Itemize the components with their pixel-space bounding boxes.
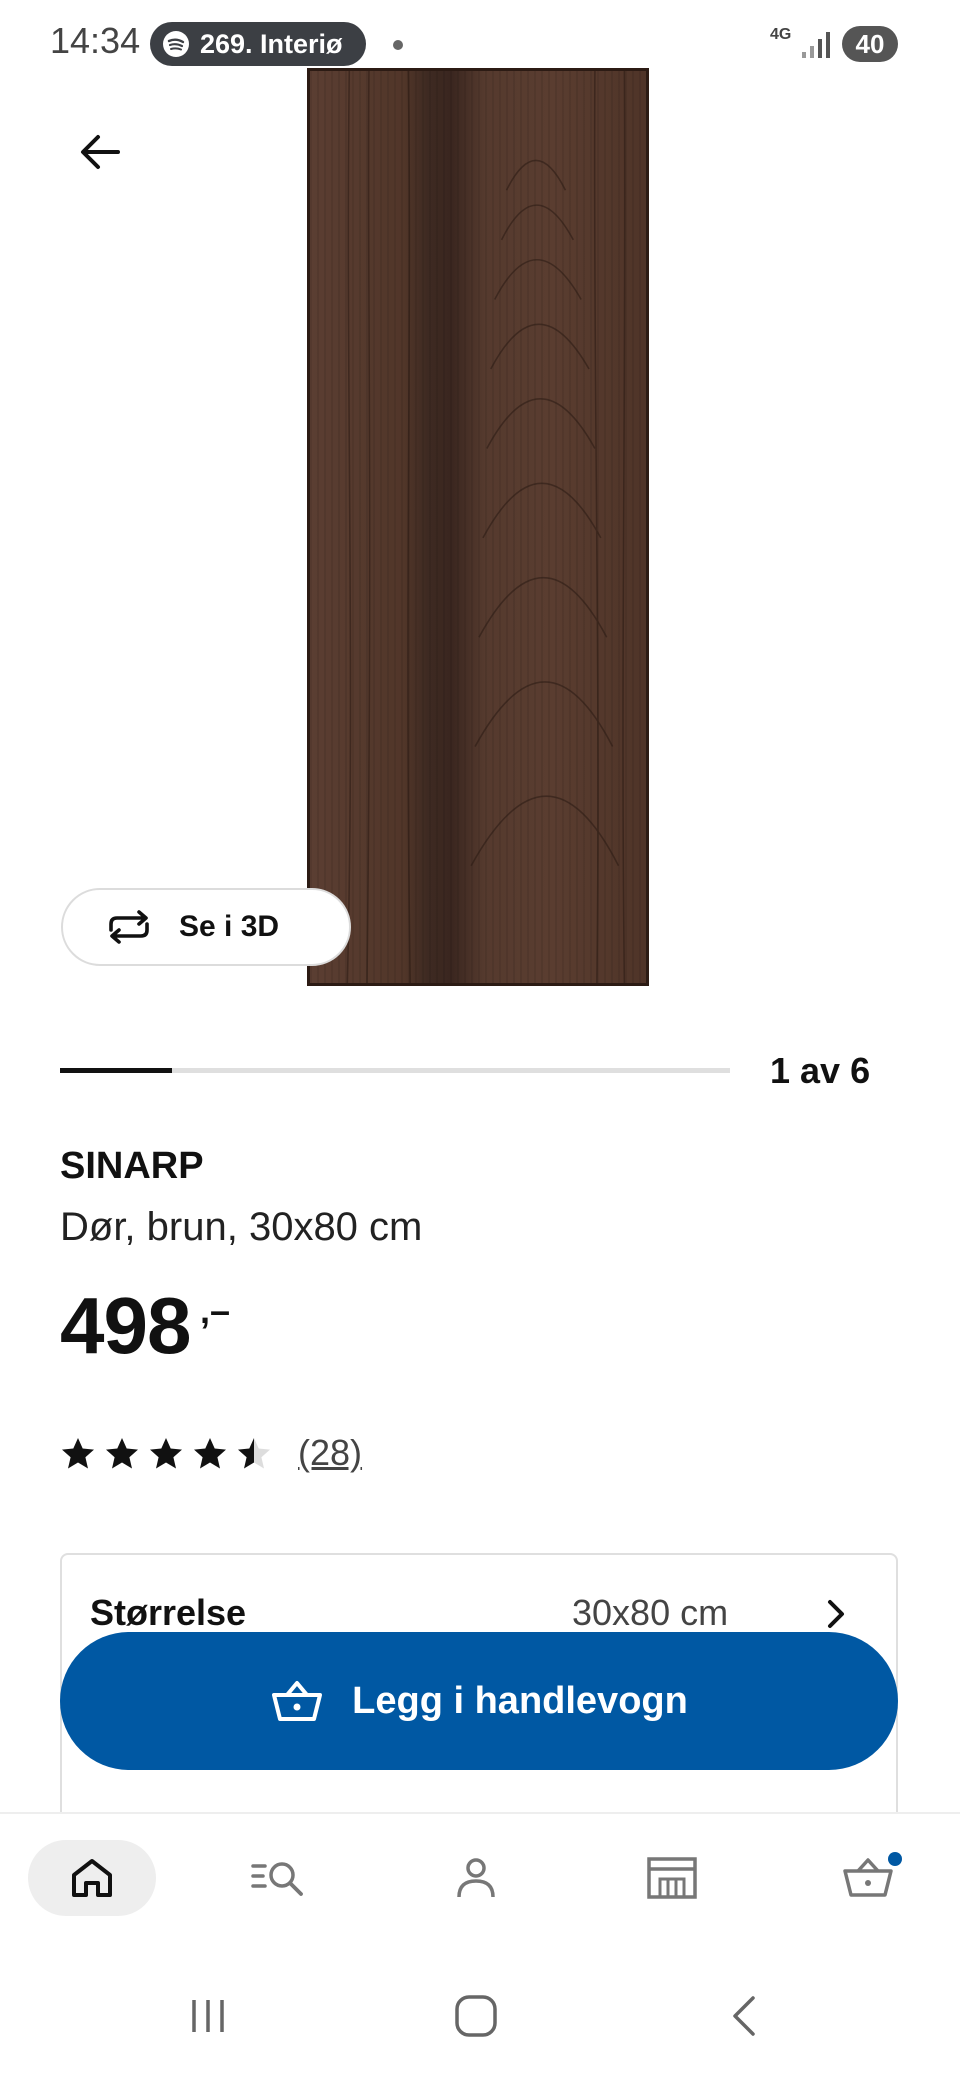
rating-stars[interactable] <box>60 1436 272 1472</box>
cart-icon <box>843 1858 893 1897</box>
product-price: 498 <box>60 1281 191 1370</box>
price-suffix: ,– <box>200 1290 231 1331</box>
nav-profile[interactable] <box>416 1840 536 1916</box>
home-system-button[interactable] <box>436 1986 516 2046</box>
spotify-icon <box>163 31 189 57</box>
cart-badge-dot <box>888 1852 902 1866</box>
star-icon <box>150 1438 182 1469</box>
network-label: 4G <box>770 26 792 43</box>
star-icon <box>238 1438 270 1469</box>
signal-icon <box>802 32 830 58</box>
recent-apps-icon <box>192 2000 224 2032</box>
size-label: Størrelse <box>90 1592 247 1633</box>
product-description: Dør, brun, 30x80 cm <box>60 1205 423 1249</box>
basket-icon <box>272 1681 323 1721</box>
nav-stores[interactable] <box>612 1840 732 1916</box>
home-icon <box>72 1859 112 1897</box>
home-square-icon <box>455 1995 497 2037</box>
status-time: 14:34 <box>50 20 141 61</box>
wood-grain-pattern <box>346 71 626 983</box>
back-system-button[interactable] <box>704 1986 784 2046</box>
star-icon <box>194 1438 226 1469</box>
media-notification-pill[interactable]: 269. Interiø <box>150 22 366 66</box>
product-name: SINARP <box>60 1145 204 1187</box>
profile-icon <box>457 1858 495 1898</box>
notification-dot <box>393 40 403 50</box>
image-carousel-progress <box>60 1068 730 1073</box>
rotate-3d-icon <box>109 910 149 944</box>
view-3d-label: Se i 3D <box>179 910 280 943</box>
battery-indicator: 40 <box>842 26 898 62</box>
nav-cart[interactable] <box>808 1840 928 1916</box>
nav-home[interactable] <box>28 1840 156 1916</box>
view-3d-button[interactable]: Se i 3D <box>61 888 351 966</box>
star-icon <box>106 1438 138 1469</box>
product-image[interactable] <box>307 68 649 986</box>
image-counter: 1 av 6 <box>770 1050 871 1091</box>
bottom-navigation <box>0 1812 960 1944</box>
add-to-cart-button[interactable]: Legg i handlevogn <box>60 1632 898 1770</box>
add-to-cart-label: Legg i handlevogn <box>352 1679 688 1722</box>
system-navigation-bar <box>0 1942 960 2080</box>
nav-search[interactable] <box>220 1840 340 1916</box>
arrow-left-icon <box>81 135 120 169</box>
back-button[interactable] <box>64 116 136 188</box>
media-title: 269. Interiø <box>200 28 343 59</box>
search-icon <box>251 1862 303 1896</box>
star-icon <box>62 1438 94 1469</box>
chevron-left-icon <box>733 1996 755 2036</box>
review-count-link[interactable]: (28) <box>298 1432 362 1474</box>
image-carousel-progress-fill <box>60 1068 172 1073</box>
store-icon <box>647 1857 697 1899</box>
chevron-right-icon[interactable] <box>818 1596 854 1632</box>
recent-apps-button[interactable] <box>168 1986 248 2046</box>
size-value: 30x80 cm <box>572 1592 729 1633</box>
